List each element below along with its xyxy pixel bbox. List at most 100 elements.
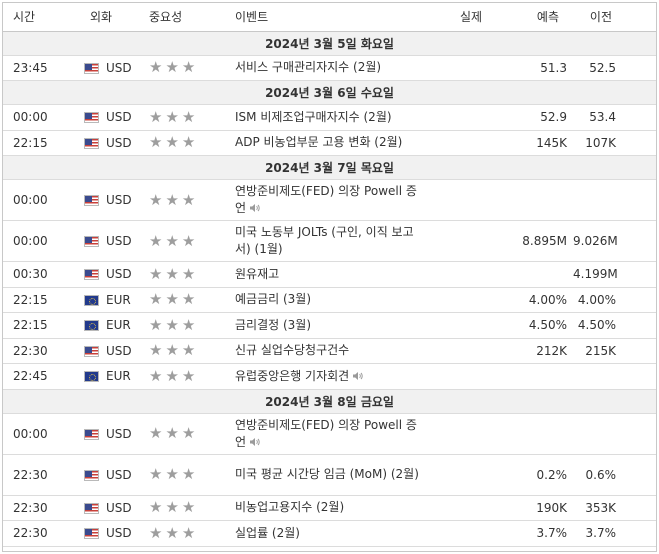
event-name-cell[interactable]: 유럽중앙은행 기자회견 bbox=[233, 363, 429, 390]
event-name-cell[interactable]: 비농업고용지수 (2월) bbox=[233, 495, 429, 521]
event-currency-cell: USD bbox=[78, 454, 143, 496]
event-previous bbox=[573, 363, 656, 390]
event-name[interactable]: 유럽중앙은행 기자회견 bbox=[235, 369, 349, 383]
star-icon: ★ bbox=[165, 133, 179, 152]
event-currency: USD bbox=[106, 193, 132, 207]
event-previous bbox=[573, 413, 656, 455]
date-label: 2024년 3월 7일 목요일 bbox=[3, 155, 656, 180]
event-row[interactable]: 00:00 USD ★ ★ ★ ISM 비제조업구매자지수 (2월) 52.9 53.4 bbox=[3, 104, 656, 131]
star-icon: ★ bbox=[181, 315, 196, 334]
event-currency-cell: USD bbox=[78, 520, 143, 547]
calendar-table: 시간 외화 중요성 이벤트 실제 예측 이전 2024년 3월 5일 화요일 23… bbox=[3, 3, 656, 547]
event-actual bbox=[429, 55, 503, 81]
star-icon: ★ bbox=[181, 231, 196, 250]
event-forecast bbox=[503, 261, 573, 288]
event-name[interactable]: 미국 평균 시간당 임금 (MoM) (2월) bbox=[235, 467, 419, 481]
event-name[interactable]: 서비스 구매관리자지수 (2월) bbox=[235, 60, 381, 74]
event-name-cell[interactable]: 연방준비제도(FED) 의장 Powell 증언 bbox=[233, 413, 429, 455]
event-time: 22:30 bbox=[3, 454, 78, 496]
event-row[interactable]: 23:45 USD ★ ★ ★ 서비스 구매관리자지수 (2월) 51.3 52.5 bbox=[3, 55, 656, 81]
event-name-cell[interactable]: 원유재고 bbox=[233, 261, 429, 288]
event-row[interactable]: 22:30 USD ★ ★ ★ 신규 실업수당청구건수 212K 215K bbox=[3, 338, 656, 364]
star-icon: ★ bbox=[165, 498, 179, 517]
event-row[interactable]: 22:30 USD ★ ★ ★ 미국 평균 시간당 임금 (MoM) (2월) 0.2% 0.… bbox=[3, 454, 656, 496]
event-previous: 52.5 bbox=[573, 55, 656, 81]
event-importance: ★ ★ ★ bbox=[143, 454, 233, 496]
event-row[interactable]: 00:00 USD ★ ★ ★ 연방준비제도(FED) 의장 Powell 증언 bbox=[3, 413, 656, 455]
us-flag-icon bbox=[84, 195, 99, 206]
event-name-cell[interactable]: ISM 비제조업구매자지수 (2월) bbox=[233, 104, 429, 131]
event-time: 00:00 bbox=[3, 179, 78, 221]
header-forecast: 예측 bbox=[503, 3, 573, 32]
event-currency: USD bbox=[106, 60, 132, 75]
event-row[interactable]: 22:30 USD ★ ★ ★ 비농업고용지수 (2월) 190K 353K bbox=[3, 495, 656, 521]
event-actual bbox=[429, 287, 503, 313]
event-actual bbox=[429, 104, 503, 131]
star-icon: ★ bbox=[165, 290, 179, 309]
event-name-cell[interactable]: 서비스 구매관리자지수 (2월) bbox=[233, 55, 429, 81]
event-name[interactable]: ADP 비농업부문 고용 변화 (2월) bbox=[235, 135, 402, 149]
event-name-cell[interactable]: 연방준비제도(FED) 의장 Powell 증언 bbox=[233, 179, 429, 221]
event-name[interactable]: 비농업고용지수 (2월) bbox=[235, 500, 344, 514]
event-importance: ★ ★ ★ bbox=[143, 413, 233, 455]
event-importance: ★ ★ ★ bbox=[143, 261, 233, 288]
event-row[interactable]: 00:00 USD ★ ★ ★ 미국 노동부 JOLTs (구인, 이직 보고서) (1월… bbox=[3, 220, 656, 262]
event-previous: 9.026M bbox=[573, 220, 656, 262]
event-row[interactable]: 22:15 EUR ★ ★ ★ 예금금리 (3월) 4.00% 4.00% bbox=[3, 287, 656, 313]
star-icon: ★ bbox=[165, 190, 179, 209]
star-icon: ★ bbox=[165, 231, 179, 250]
event-row[interactable]: 00:30 USD ★ ★ ★ 원유재고 4.199M bbox=[3, 261, 656, 288]
event-row[interactable]: 22:15 USD ★ ★ ★ ADP 비농업부문 고용 변화 (2월) 145K 107K bbox=[3, 130, 656, 156]
star-icon: ★ bbox=[149, 498, 163, 517]
star-icon: ★ bbox=[165, 315, 179, 334]
event-currency-cell: USD bbox=[78, 130, 143, 156]
star-icon: ★ bbox=[149, 523, 163, 542]
date-row: 2024년 3월 5일 화요일 bbox=[3, 31, 656, 56]
event-name[interactable]: 미국 노동부 JOLTs (구인, 이직 보고서) (1월) bbox=[235, 225, 414, 256]
event-currency-cell: USD bbox=[78, 261, 143, 288]
event-name-cell[interactable]: 미국 평균 시간당 임금 (MoM) (2월) bbox=[233, 454, 429, 496]
event-name-cell[interactable]: 미국 노동부 JOLTs (구인, 이직 보고서) (1월) bbox=[233, 220, 429, 262]
event-time: 22:30 bbox=[3, 338, 78, 364]
star-icon: ★ bbox=[165, 264, 179, 283]
event-name[interactable]: 예금금리 (3월) bbox=[235, 292, 311, 306]
event-row[interactable]: 22:45 EUR ★ ★ ★ 유럽중앙은행 기자회견 bbox=[3, 363, 656, 390]
event-currency: USD bbox=[106, 467, 132, 482]
star-icon: ★ bbox=[149, 465, 163, 483]
event-actual bbox=[429, 363, 503, 390]
event-currency-cell: USD bbox=[78, 104, 143, 131]
event-name-cell[interactable]: 실업률 (2월) bbox=[233, 520, 429, 547]
event-name-cell[interactable]: ADP 비농업부문 고용 변화 (2월) bbox=[233, 130, 429, 156]
star-icon: ★ bbox=[181, 58, 196, 77]
event-actual bbox=[429, 413, 503, 455]
star-icon: ★ bbox=[181, 498, 196, 517]
event-name[interactable]: 연방준비제도(FED) 의장 Powell 증언 bbox=[235, 418, 417, 449]
event-previous: 353K bbox=[573, 495, 656, 521]
event-time: 22:15 bbox=[3, 312, 78, 339]
star-icon: ★ bbox=[181, 366, 196, 385]
event-name-cell[interactable]: 예금금리 (3월) bbox=[233, 287, 429, 313]
event-currency: USD bbox=[106, 526, 132, 541]
event-name[interactable]: 연방준비제도(FED) 의장 Powell 증언 bbox=[235, 184, 417, 215]
event-name[interactable]: ISM 비제조업구매자지수 (2월) bbox=[235, 110, 392, 124]
event-forecast: 8.895M bbox=[503, 220, 573, 262]
event-name-cell[interactable]: 금리결정 (3월) bbox=[233, 312, 429, 339]
event-time: 22:15 bbox=[3, 287, 78, 313]
event-forecast: 3.7% bbox=[503, 520, 573, 547]
event-importance: ★ ★ ★ bbox=[143, 104, 233, 131]
header-currency: 외화 bbox=[78, 3, 143, 32]
event-name-cell[interactable]: 신규 실업수당청구건수 bbox=[233, 338, 429, 364]
event-row[interactable]: 22:15 EUR ★ ★ ★ 금리결정 (3월) 4.50% 4.50% bbox=[3, 312, 656, 339]
event-currency: USD bbox=[106, 110, 132, 125]
event-name[interactable]: 금리결정 (3월) bbox=[235, 318, 311, 332]
star-icon: ★ bbox=[165, 341, 179, 360]
speaker-icon bbox=[249, 202, 261, 214]
event-row[interactable]: 22:30 USD ★ ★ ★ 실업률 (2월) 3.7% 3.7% bbox=[3, 520, 656, 547]
event-name[interactable]: 신규 실업수당청구건수 bbox=[235, 343, 349, 357]
event-currency: EUR bbox=[106, 369, 131, 384]
event-name[interactable]: 실업률 (2월) bbox=[235, 526, 300, 540]
us-flag-icon bbox=[84, 112, 99, 124]
event-name[interactable]: 원유재고 bbox=[235, 267, 279, 281]
event-forecast: 190K bbox=[503, 495, 573, 521]
event-row[interactable]: 00:00 USD ★ ★ ★ 연방준비제도(FED) 의장 Powell 증언 bbox=[3, 179, 656, 221]
